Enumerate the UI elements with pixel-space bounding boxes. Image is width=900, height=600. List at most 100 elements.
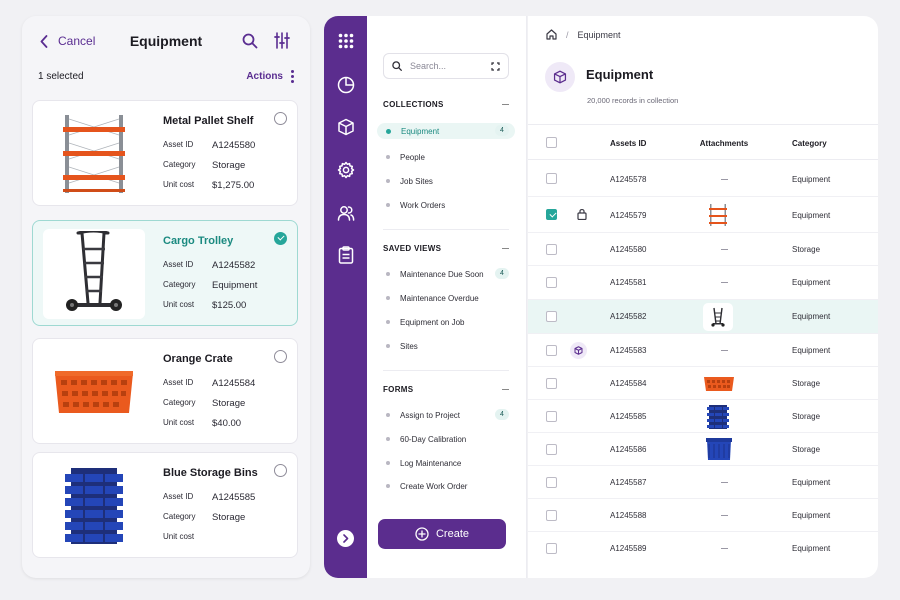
nav-item-maintenance-overdue[interactable]: Maintenance Overdue [377,290,515,306]
unit-cost-row: Unit cost [163,532,195,541]
forms-section-header[interactable]: FORMS [383,385,509,394]
bin-attachment-thumbnail[interactable] [705,437,733,461]
table-row[interactable]: A1245581 Equipment [528,266,878,300]
no-attachment-dash [694,478,754,487]
clipboard-icon[interactable] [324,246,367,264]
category-cell: Equipment [792,478,831,487]
create-button[interactable]: Create [378,519,506,549]
nav-item-equipment[interactable]: Equipment 4 [377,123,515,139]
nav-item-equipment-on-job[interactable]: Equipment on Job [377,314,515,330]
table-row[interactable]: A1245586 Storage [528,433,878,466]
no-attachment-dash [694,278,754,287]
select-all-checkbox[interactable] [546,137,557,148]
nav-item-label: Maintenance Overdue [400,293,479,303]
crate-attachment-thumbnail[interactable] [703,376,735,392]
asset-id-cell: A1245579 [610,211,647,220]
apps-grid-icon[interactable] [324,33,367,49]
column-header-assets-id[interactable]: Assets ID [610,139,646,148]
column-header-attachments[interactable]: Attachments [694,139,754,148]
nav-item-60-day-calibration[interactable]: 60-Day Calibration [377,431,515,447]
shelf-attachment-thumbnail[interactable] [709,204,727,226]
actions-button[interactable]: Actions [246,70,294,83]
row-checkbox[interactable] [546,378,557,389]
table-row[interactable]: A1245578 Equipment [528,161,878,197]
collection-title: Equipment [586,67,654,82]
filter-sliders-icon[interactable] [274,32,290,54]
nav-item-assign-to-project[interactable]: Assign to Project 4 [377,407,515,423]
row-checkbox[interactable] [546,277,557,288]
row-checkbox[interactable] [546,311,557,322]
collapse-icon[interactable] [502,104,509,105]
select-radio[interactable] [274,464,287,477]
table-row[interactable]: A1245580 Storage [528,233,878,266]
selected-check-icon[interactable] [274,232,287,245]
row-checkbox[interactable] [546,477,557,488]
equipment-card-selected[interactable]: Cargo Trolley Asset ID A1245582 Category E… [32,220,298,326]
category-cell: Storage [792,445,821,454]
active-dot-icon [386,128,391,134]
column-header-category[interactable]: Category [792,139,827,148]
collapse-icon[interactable] [502,389,509,390]
table-row[interactable]: A1245579 Equipment [528,197,878,233]
nav-item-people[interactable]: People [377,149,515,165]
page-title: Equipment [129,33,203,49]
nav-item-label: Assign to Project [400,410,461,420]
nav-item-create-work-order[interactable]: Create Work Order [377,478,515,494]
asset-id-row: Asset ID A1245580 [163,140,256,151]
table-row[interactable]: A1245584 Storage [528,367,878,400]
bullet-icon [386,179,390,183]
nav-item-maintenance-due-soon[interactable]: Maintenance Due Soon 4 [377,266,515,282]
equipment-card[interactable]: Orange Crate Asset ID A1245584 Category St… [32,338,298,444]
record-count: 20,000 records in collection [587,96,679,105]
pie-chart-icon[interactable] [324,76,367,94]
collapse-icon[interactable] [502,248,509,249]
select-radio[interactable] [274,350,287,363]
trolley-attachment-thumbnail[interactable] [703,303,733,331]
selection-bar: 1 selected Actions [38,70,294,83]
equipment-card[interactable]: Blue Storage Bins Asset ID A1245585 Categ… [32,452,298,558]
search-icon[interactable] [242,33,258,54]
nav-item-log-maintenance[interactable]: Log Maintenance [377,455,515,471]
row-checkbox[interactable] [546,510,557,521]
lock-icon [577,208,587,222]
row-checkbox[interactable] [546,173,557,184]
cube-icon[interactable] [324,118,367,136]
section-title: COLLECTIONS [383,100,444,109]
chevron-right-icon[interactable] [337,530,354,547]
search-placeholder: Search... [410,61,447,71]
row-checkbox[interactable] [546,345,557,356]
table-row[interactable]: A1245583 Equipment [528,334,878,367]
search-input[interactable]: Search... [383,53,509,79]
select-radio[interactable] [274,112,287,125]
row-checkbox[interactable] [546,444,557,455]
scan-icon[interactable] [491,61,500,71]
settings-gear-icon[interactable] [324,161,367,179]
home-icon[interactable] [546,29,557,40]
row-checkbox[interactable] [546,411,557,422]
asset-id-cell: A1245582 [610,312,647,321]
divider [383,370,509,371]
asset-id-cell: A1245581 [610,278,647,287]
category-cell: Storage [792,412,821,421]
breadcrumb-current[interactable]: Equipment [578,30,621,40]
saved-views-section-header[interactable]: SAVED VIEWS [383,244,509,253]
nav-item-job-sites[interactable]: Job Sites [377,173,515,189]
section-title: FORMS [383,385,414,394]
table-row-highlighted[interactable]: A1245582 Equipment [528,300,878,334]
row-checkbox[interactable] [546,543,557,554]
equipment-card[interactable]: Metal Pallet Shelf Asset ID A1245580 Cate… [32,100,298,206]
row-checkbox[interactable] [546,244,557,255]
collections-section-header[interactable]: COLLECTIONS [383,100,509,109]
no-attachment-dash [694,511,754,520]
asset-id-cell: A1245588 [610,511,647,520]
users-icon[interactable] [324,204,367,222]
table-row[interactable]: A1245587 Equipment [528,466,878,499]
pallet-shelf-image [43,109,145,199]
table-row[interactable]: A1245589 Equipment [528,532,878,565]
row-checkbox-checked[interactable] [546,209,557,220]
nav-item-sites[interactable]: Sites [377,338,515,354]
nav-item-work-orders[interactable]: Work Orders [377,197,515,213]
table-row[interactable]: A1245585 Storage [528,400,878,433]
table-row[interactable]: A1245588 Equipment [528,499,878,532]
bins-attachment-thumbnail[interactable] [706,404,730,430]
